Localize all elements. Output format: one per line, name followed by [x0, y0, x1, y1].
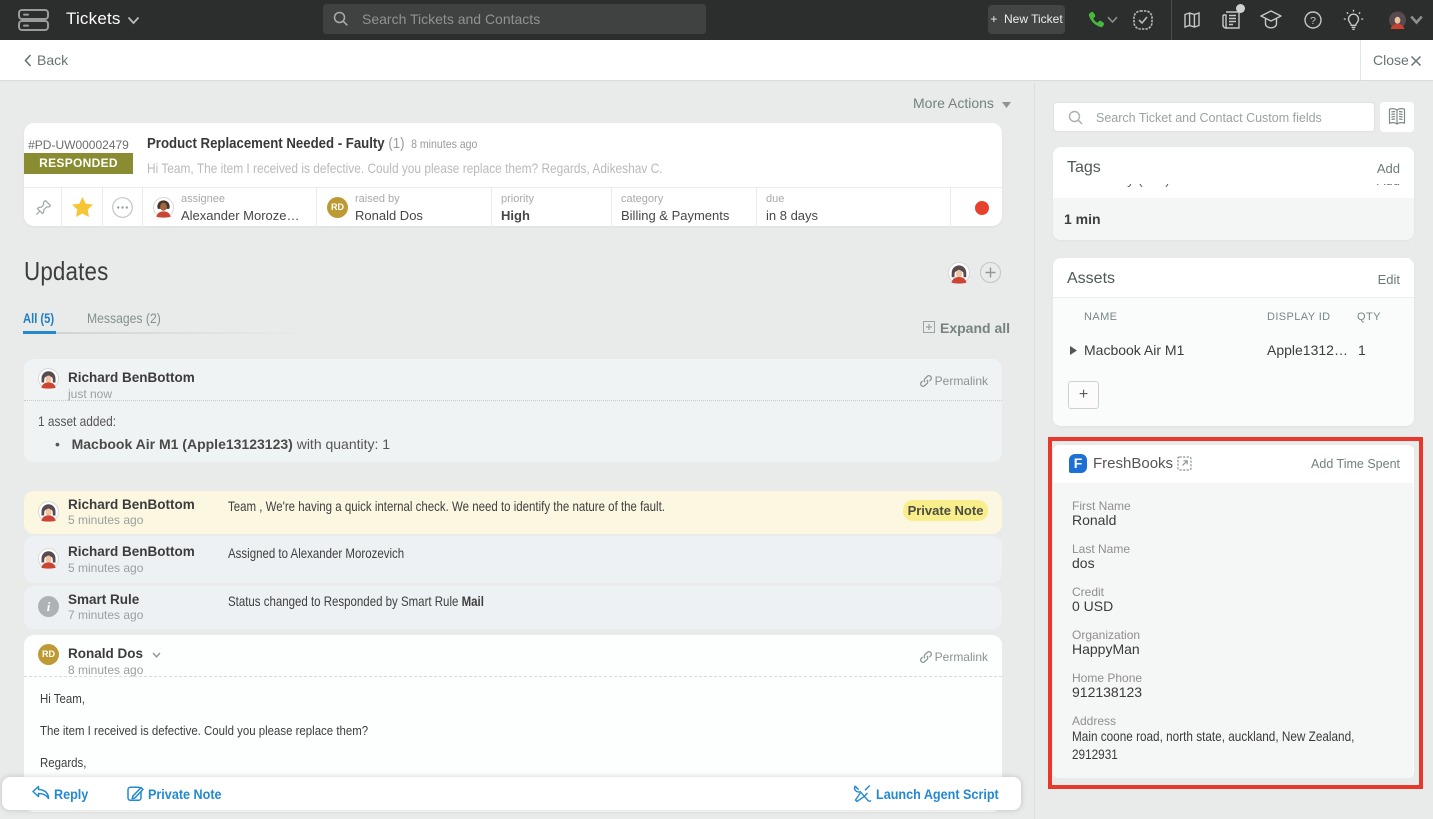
svg-text:?: ?	[1310, 15, 1316, 27]
